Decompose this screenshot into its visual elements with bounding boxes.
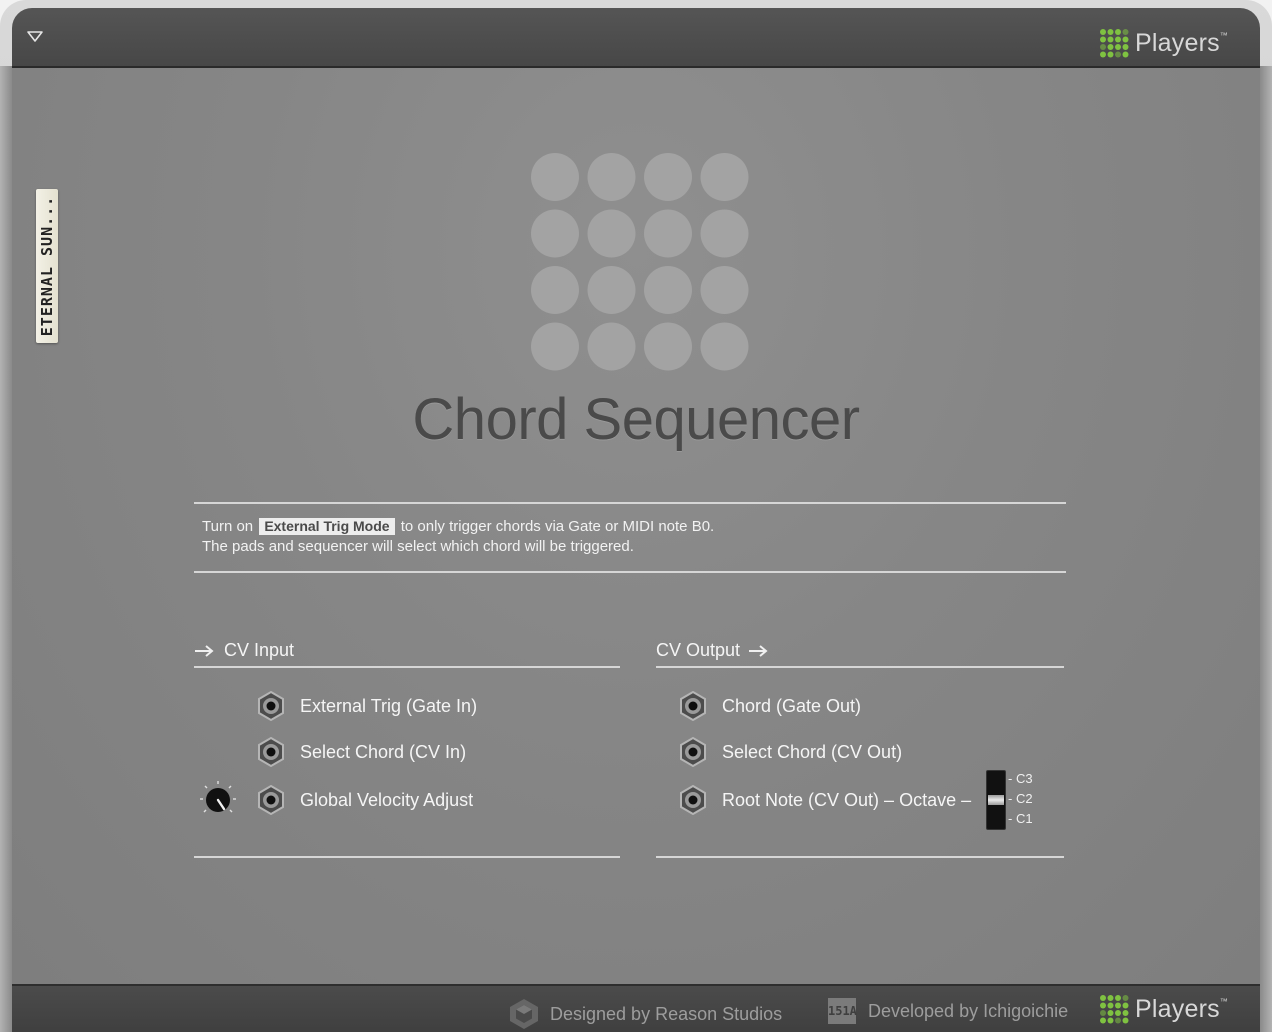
info-line-1: Turn on External Trig Mode to only trigg… (202, 518, 715, 535)
divider (194, 502, 1066, 504)
cv-output-header: CV Output (656, 640, 770, 661)
fold-triangle-icon[interactable] (26, 30, 44, 44)
cv-jack-icon[interactable] (678, 785, 708, 815)
cv-input-row: External Trig (Gate In) (256, 691, 477, 721)
select-chord-cv-out-label: Select Chord (CV Out) (722, 741, 903, 762)
cv-jack-icon[interactable] (256, 691, 286, 721)
cv-output-row: Select Chord (CV Out) (678, 737, 902, 767)
cv-jack-icon[interactable] (678, 691, 708, 721)
tape-label[interactable]: ETERNAL SUN... (36, 189, 58, 343)
cv-input-row: Global Velocity Adjust (256, 785, 473, 815)
players-logo-footer: Players™ (1099, 992, 1228, 1026)
cv-input-header: CV Input (194, 640, 294, 661)
divider (656, 666, 1064, 668)
rack-device: Players™ ETERNAL SUN... Chord Sequencer … (0, 0, 1272, 1032)
cv-jack-icon[interactable] (256, 737, 286, 767)
divider (656, 856, 1064, 858)
device-header: Players™ (12, 8, 1260, 68)
info-text: Turn on External Trig Mode to only trigg… (202, 517, 714, 557)
external-trig-mode-chip: External Trig Mode (259, 518, 395, 535)
rack-rail-left (0, 66, 12, 1032)
chord-pads-logo-icon (531, 153, 749, 371)
octave-option-c1: - C1 (1008, 811, 1033, 826)
chord-gate-out-label: Chord (Gate Out) (722, 695, 862, 716)
info-line-2: The pads and sequencer will select which… (202, 538, 634, 555)
developed-by-text: Developed by Ichigoichie (868, 1000, 1069, 1021)
rack-rail-right (1260, 66, 1272, 1032)
octave-option-c2: - C2 (1008, 791, 1033, 806)
designed-by-text: Designed by Reason Studios (550, 1003, 783, 1024)
octave-option-c3: - C3 (1008, 771, 1033, 786)
players-dots-icon (1100, 29, 1129, 58)
cv-output-row: Root Note (CV Out) – Octave – (678, 785, 971, 815)
cv-output-row: Chord (Gate Out) (678, 691, 861, 721)
octave-switch-thumb[interactable] (988, 795, 1004, 805)
designed-by-credit: Designed by Reason Studios (508, 998, 782, 1030)
divider (194, 571, 1066, 573)
divider (194, 856, 620, 858)
cv-output-label: CV Output (656, 640, 741, 660)
arrow-right-icon (749, 644, 768, 657)
players-brand-text: Players™ (1135, 28, 1228, 57)
cv-jack-icon[interactable] (678, 737, 708, 767)
octave-switch[interactable] (986, 770, 1006, 830)
dev-badge-icon: 151A (828, 998, 857, 1024)
global-velocity-adjust-label: Global Velocity Adjust (300, 789, 474, 810)
cv-input-row: Select Chord (CV In) (256, 737, 466, 767)
velocity-trim-knob[interactable] (198, 780, 238, 820)
tape-label-text: ETERNAL SUN... (38, 195, 56, 337)
players-logo: Players™ (1099, 26, 1228, 60)
reason-studios-logo-icon (510, 999, 538, 1029)
root-note-cv-out-label: Root Note (CV Out) – Octave – (722, 789, 972, 810)
external-trig-gate-in-label: External Trig (Gate In) (300, 695, 478, 716)
select-chord-cv-in-label: Select Chord (CV In) (300, 741, 467, 762)
divider (194, 666, 620, 668)
players-brand-text: Players™ (1135, 994, 1228, 1023)
players-dots-icon (1100, 995, 1129, 1024)
arrow-right-icon (195, 644, 214, 657)
cv-input-label: CV Input (224, 640, 295, 660)
device-footer: Designed by Reason Studios 151A Develope… (12, 984, 1260, 1032)
cv-jack-icon[interactable] (256, 785, 286, 815)
device-back-panel: ETERNAL SUN... Chord Sequencer Turn on E… (12, 68, 1260, 984)
device-title: Chord Sequencer (412, 387, 860, 452)
developed-by-credit: 151A Developed by Ichigoichie (828, 998, 1068, 1024)
